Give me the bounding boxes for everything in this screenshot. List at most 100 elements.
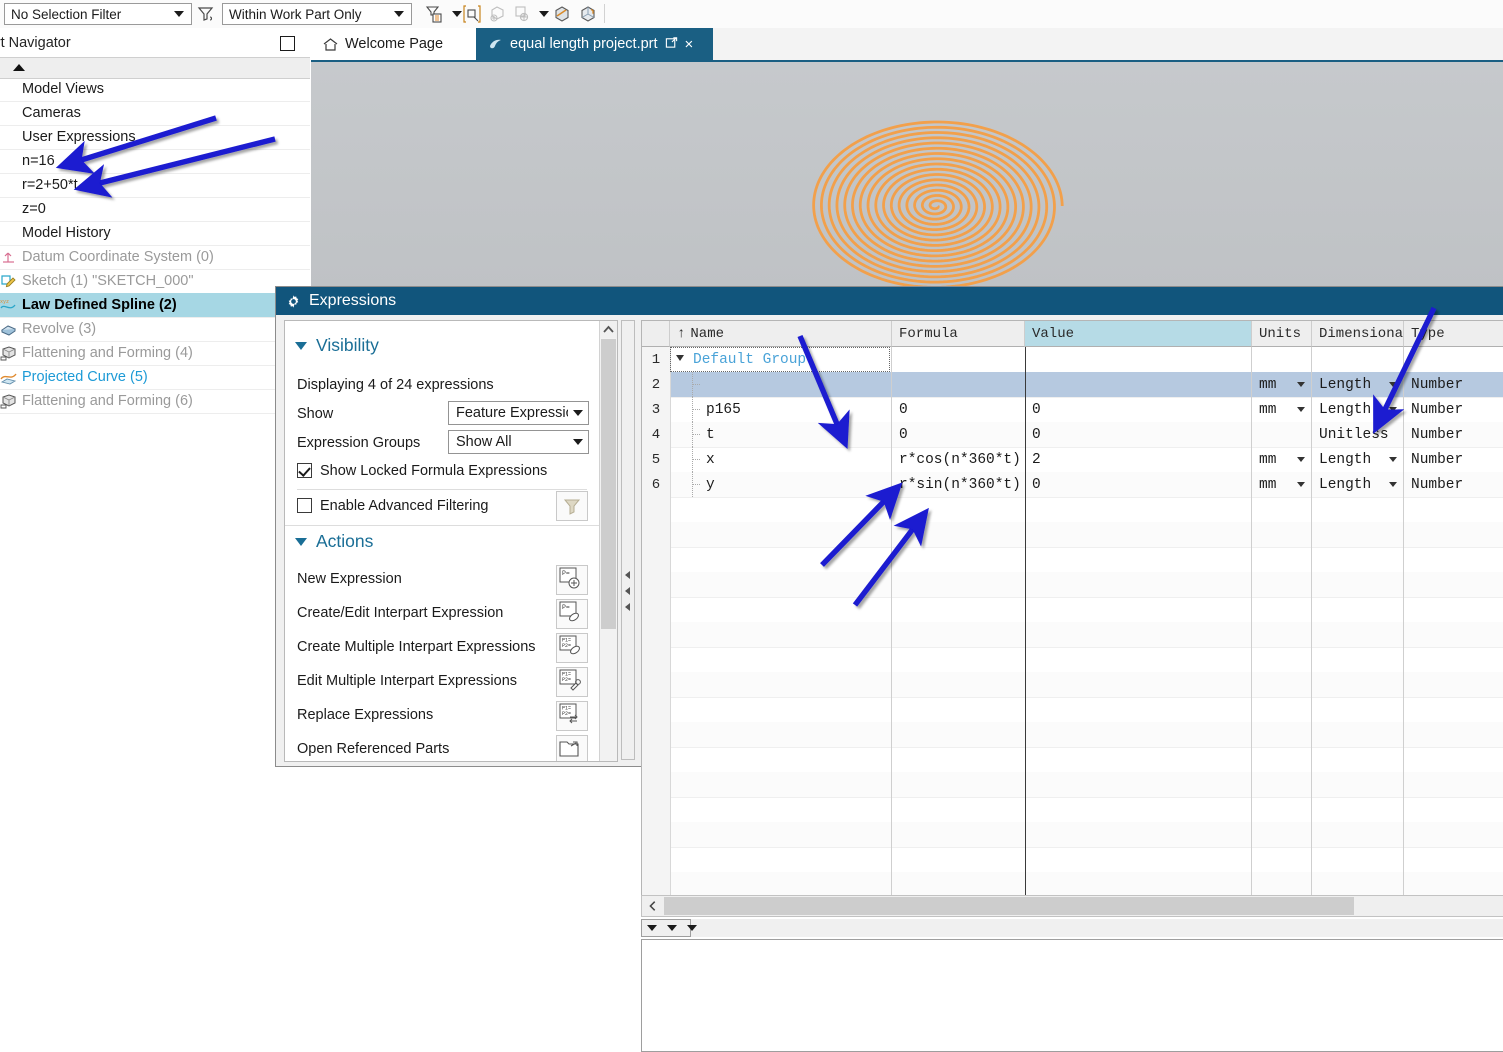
enable-advanced-filtering-checkbox[interactable] (297, 498, 312, 513)
table-row-empty[interactable] (642, 647, 1503, 673)
table-cell-dim[interactable]: Unitless (1312, 422, 1404, 447)
table-row-empty[interactable] (642, 722, 1503, 748)
table-cell-type[interactable]: Number (1404, 372, 1503, 397)
table-row-empty[interactable] (642, 822, 1503, 848)
table-row[interactable]: 4 t 0 0 Unitless Number (642, 422, 1503, 448)
table-cell-name[interactable]: t (670, 422, 892, 447)
action-edit-multiple-interpart-expressions[interactable]: Edit Multiple Interpart Expressions (297, 673, 517, 689)
table-row-empty[interactable] (642, 547, 1503, 573)
table-row-empty[interactable] (642, 597, 1503, 623)
table-cell-value[interactable]: 0 (1025, 422, 1252, 447)
navigator-item-n-16[interactable]: n=16 (0, 149, 310, 174)
table-cell-formula[interactable]: r*sin(n*360*t) (892, 472, 1025, 497)
table-row-empty[interactable] (642, 522, 1503, 548)
action-create-edit-interpart-expression[interactable]: Create/Edit Interpart Expression (297, 605, 503, 621)
table-row-empty[interactable] (642, 747, 1503, 773)
point-select-icon[interactable] (512, 4, 532, 24)
scrollbar-thumb[interactable] (601, 339, 616, 629)
table-cell-name[interactable]: y (670, 472, 892, 497)
table-cell-dim[interactable]: Length (1312, 472, 1404, 497)
column-header-value[interactable]: Value (1025, 321, 1252, 347)
navigator-item-sketch-1-sketch-000[interactable]: Sketch (1) "SKETCH_000" (0, 269, 310, 294)
navigator-item-cameras[interactable]: Cameras (0, 101, 310, 126)
table-cell-value[interactable] (1025, 372, 1252, 397)
solid-body-icon[interactable] (578, 4, 598, 24)
table-cell-value[interactable]: 0 (1025, 397, 1252, 422)
visibility-section-header[interactable]: Visibility (295, 335, 379, 356)
chevron-down-icon[interactable] (1297, 382, 1305, 387)
table-filter-dropdowns[interactable] (641, 919, 697, 937)
actions-section-header[interactable]: Actions (295, 531, 373, 552)
chevron-down-icon[interactable] (1389, 407, 1397, 412)
table-cell-formula[interactable]: r*cos(n*360*t) (892, 447, 1025, 472)
new-expression-icon[interactable]: P= (556, 565, 588, 595)
table-cell-type[interactable]: Number (1404, 397, 1503, 422)
table-cell-value[interactable] (1025, 347, 1252, 372)
navigator-item-user-expressions[interactable]: User Expressions (0, 125, 310, 150)
table-row[interactable]: 2 mm Length Number (642, 372, 1503, 398)
table-row[interactable]: 3 p165 0 0 mm Length Number (642, 397, 1503, 423)
scroll-left-icon[interactable] (643, 897, 663, 915)
action-open-referenced-parts[interactable]: Open Referenced Parts (297, 741, 449, 757)
selection-filter-dropdown[interactable]: No Selection Filter (4, 3, 192, 25)
table-cell-formula[interactable]: 0 (892, 397, 1025, 422)
chevron-down-icon[interactable] (1389, 457, 1397, 462)
table-cell-value[interactable]: 2 (1025, 447, 1252, 472)
table-cell-dim[interactable] (1312, 347, 1404, 372)
navigator-item-law-defined-spline-2[interactable]: xyz Law Defined Spline (2) (0, 293, 310, 318)
table-cell-type[interactable]: Number (1404, 472, 1503, 497)
table-cell-dim[interactable]: Length (1312, 397, 1404, 422)
navigator-item-r-2-50-t[interactable]: r=2+50*t (0, 173, 310, 198)
selection-priority-icon[interactable] (424, 4, 444, 24)
create-multiple-interpart-icon[interactable]: P1= P2= (556, 633, 588, 663)
group-expander-icon[interactable] (676, 355, 684, 361)
column-header-units[interactable]: Units (1252, 321, 1312, 347)
action-replace-expressions[interactable]: Replace Expressions (297, 707, 433, 723)
scrollbar-thumb[interactable] (664, 897, 1354, 915)
navigator-item-projected-curve-5[interactable]: Projected Curve (5) (0, 365, 310, 390)
action-new-expression[interactable]: New Expression (297, 571, 402, 587)
table-cell-name[interactable]: p165 (670, 397, 892, 422)
table-row-empty[interactable] (642, 772, 1503, 798)
navigator-item-flattening-and-forming-6[interactable]: Flattening and Forming (6) (0, 389, 310, 414)
collapse-left-icon[interactable] (625, 587, 630, 595)
table-cell-dim[interactable]: Length (1312, 447, 1404, 472)
shaded-view-icon[interactable] (552, 4, 572, 24)
table-row-empty[interactable] (642, 797, 1503, 823)
table-cell-name[interactable] (670, 372, 892, 397)
expressions-table[interactable]: ↑ Name Formula Value Units Dimensionali … (641, 320, 1503, 896)
table-cell-units[interactable]: mm (1252, 472, 1312, 497)
snap-point-icon[interactable] (462, 4, 482, 24)
table-cell-type[interactable] (1404, 347, 1503, 372)
chevron-down-icon[interactable] (539, 11, 549, 17)
column-header-name[interactable]: ↑ Name (670, 321, 892, 347)
dialog-title-bar[interactable]: Expressions (276, 287, 1503, 315)
chevron-down-icon[interactable] (667, 925, 677, 931)
tab-detach-icon[interactable] (665, 36, 678, 52)
navigator-item-datum-coordinate-system-0[interactable]: Datum Coordinate System (0) (0, 245, 310, 270)
face-select-icon[interactable] (488, 4, 508, 24)
chevron-down-icon[interactable] (1297, 457, 1305, 462)
open-referenced-parts-icon[interactable] (556, 735, 588, 761)
chevron-down-icon[interactable] (1389, 482, 1397, 487)
table-row-empty[interactable] (642, 872, 1503, 896)
work-part-scope-dropdown[interactable]: Within Work Part Only (222, 3, 412, 25)
chevron-down-icon[interactable] (1297, 407, 1305, 412)
tab-welcome-page[interactable]: Welcome Page (311, 28, 476, 60)
table-cell-units[interactable]: mm (1252, 447, 1312, 472)
expression-edit-area[interactable] (641, 939, 1503, 1052)
navigator-item-model-views[interactable]: Model Views (0, 77, 310, 102)
create-edit-interpart-icon[interactable]: P= (556, 599, 588, 629)
replace-expressions-icon[interactable]: P1= P2= (556, 701, 588, 731)
scroll-up-icon[interactable] (600, 321, 617, 338)
table-cell-formula[interactable] (892, 372, 1025, 397)
column-header-type[interactable]: Type (1404, 321, 1503, 347)
table-cell-value[interactable]: 0 (1025, 472, 1252, 497)
collapse-left-icon[interactable] (625, 571, 630, 579)
navigator-item-z-0[interactable]: z=0 (0, 197, 310, 222)
table-row-empty[interactable] (642, 697, 1503, 723)
chevron-down-icon[interactable] (647, 925, 657, 931)
chevron-down-icon[interactable] (1297, 482, 1305, 487)
column-header-dimensionality[interactable]: Dimensionali (1312, 321, 1420, 347)
table-row-empty[interactable] (642, 672, 1503, 698)
